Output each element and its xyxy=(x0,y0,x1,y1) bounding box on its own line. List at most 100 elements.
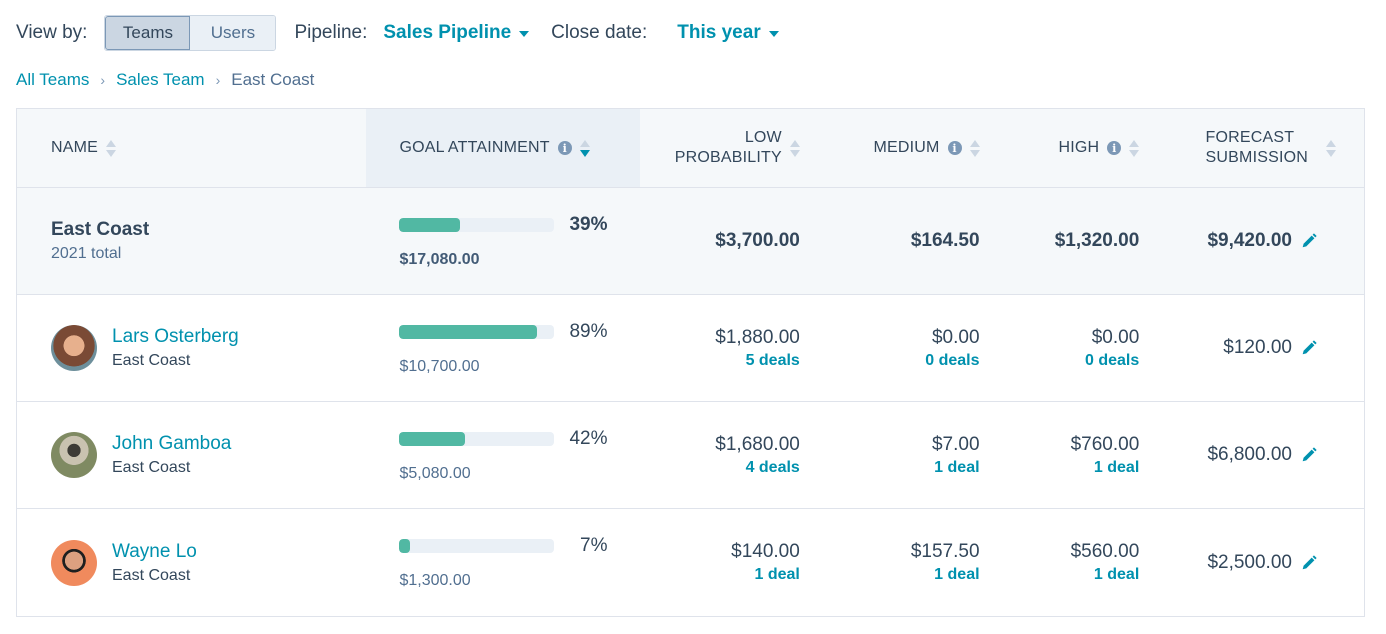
sort-icon[interactable] xyxy=(106,139,117,157)
forecast-cell: $6,800.00 xyxy=(1139,402,1364,508)
goal-progress-bar xyxy=(399,539,555,553)
high-deals-link[interactable]: 0 deals xyxy=(1085,352,1139,370)
low-amount: $140.00 xyxy=(731,541,800,562)
high-cell: $560.00 1 deal xyxy=(980,509,1140,616)
low-cell: $1,680.00 4 deals xyxy=(640,402,800,508)
low-amount: $3,700.00 xyxy=(715,230,800,251)
edit-pencil-icon[interactable] xyxy=(1300,554,1318,572)
summary-forecast-cell: $9,420.00 xyxy=(1139,188,1364,294)
person-team: East Coast xyxy=(112,352,191,369)
pipeline-label: Pipeline: xyxy=(294,22,368,43)
forecast-cell: $2,500.00 xyxy=(1139,509,1364,616)
breadcrumb-sales-team[interactable]: Sales Team xyxy=(116,70,205,90)
column-header-low-probability[interactable]: LOW PROBABILITY xyxy=(640,109,800,187)
breadcrumb-current: East Coast xyxy=(231,70,315,89)
edit-pencil-icon[interactable] xyxy=(1300,232,1318,250)
sort-icon[interactable] xyxy=(1326,139,1337,157)
filter-bar: View by: Teams Users Pipeline: Sales Pip… xyxy=(16,15,779,51)
goal-progress-bar xyxy=(399,217,555,232)
summary-goal-cell: 39% $17,080.00 xyxy=(365,188,640,294)
column-header-goal-attainment[interactable]: GOAL ATTAINMENT i xyxy=(365,109,641,187)
medium-cell: $157.50 1 deal xyxy=(800,509,980,616)
column-low-label: LOW PROBABILITY xyxy=(675,128,782,168)
info-icon[interactable]: i xyxy=(947,141,962,155)
person-name-link[interactable]: Lars Osterberg xyxy=(112,326,239,348)
edit-pencil-icon[interactable] xyxy=(1300,339,1318,357)
goal-progress-fill xyxy=(399,324,538,339)
view-users-button[interactable]: Users xyxy=(190,16,276,50)
summary-medium-cell: $164.50 xyxy=(800,188,980,294)
column-high-label: HIGH xyxy=(1058,139,1100,156)
column-header-high[interactable]: HIGH i xyxy=(980,109,1140,187)
goal-percent: 42% xyxy=(569,427,608,449)
high-cell: $0.00 0 deals xyxy=(980,295,1140,401)
breadcrumb: All Teams › Sales Team › East Coast xyxy=(16,70,314,90)
person-name-link[interactable]: Wayne Lo xyxy=(112,541,197,563)
team-name: East Coast xyxy=(51,219,150,240)
sort-icon[interactable] xyxy=(789,139,800,157)
sort-icon[interactable] xyxy=(969,139,980,157)
goal-progress-bar xyxy=(399,431,555,446)
summary-row: East Coast 2021 total 39% $17,080.00 $3,… xyxy=(17,188,1364,295)
goal-cell: 7% $1,300.00 xyxy=(365,509,640,616)
medium-deals-link[interactable]: 1 deal xyxy=(934,459,979,477)
high-deals-link[interactable]: 1 deal xyxy=(1094,566,1139,584)
breadcrumb-all-teams[interactable]: All Teams xyxy=(16,70,89,90)
avatar xyxy=(51,432,97,478)
medium-cell: $7.00 1 deal xyxy=(800,402,980,508)
name-cell: Lars Osterberg East Coast xyxy=(17,295,365,401)
info-icon[interactable]: i xyxy=(557,141,572,155)
close-date-dropdown[interactable]: This year xyxy=(677,22,779,44)
medium-amount: $7.00 xyxy=(931,433,980,455)
table-row: John Gamboa East Coast 42% $5,080.00 $1,… xyxy=(17,402,1364,509)
high-amount: $760.00 xyxy=(1070,433,1140,455)
high-amount: $1,320.00 xyxy=(1054,230,1140,251)
table-row: Lars Osterberg East Coast 89% $10,700.00… xyxy=(17,295,1364,402)
column-header-name[interactable]: NAME xyxy=(17,109,366,187)
goal-amount: $17,080.00 xyxy=(399,250,480,268)
goal-cell: 89% $10,700.00 xyxy=(365,295,640,401)
summary-name-cell: East Coast 2021 total xyxy=(17,188,365,294)
medium-deals-link[interactable]: 1 deal xyxy=(934,566,979,584)
person-name-link[interactable]: John Gamboa xyxy=(112,433,231,455)
forecast-amount: $2,500.00 xyxy=(1207,551,1292,573)
medium-cell: $0.00 0 deals xyxy=(800,295,979,401)
goal-cell: 42% $5,080.00 xyxy=(365,402,640,508)
low-deals-link[interactable]: 4 deals xyxy=(746,459,800,477)
low-deals-link[interactable]: 1 deal xyxy=(754,566,799,584)
sort-descending-icon[interactable] xyxy=(579,139,590,157)
low-cell: $140.00 1 deal xyxy=(640,509,800,616)
close-date-value: This year xyxy=(677,22,761,43)
column-header-medium[interactable]: MEDIUM i xyxy=(800,109,980,187)
team-total-label: 2021 total xyxy=(51,245,122,262)
forecast-amount: $120.00 xyxy=(1223,337,1292,358)
pipeline-dropdown[interactable]: Sales Pipeline xyxy=(383,22,530,44)
pipeline-value: Sales Pipeline xyxy=(383,22,512,43)
info-icon[interactable]: i xyxy=(1107,141,1122,155)
high-amount: $0.00 xyxy=(1091,326,1140,348)
view-teams-button[interactable]: Teams xyxy=(105,16,191,50)
goal-amount: $1,300.00 xyxy=(399,572,471,589)
goal-percent: 7% xyxy=(580,535,608,556)
chevron-right-icon: › xyxy=(100,72,106,88)
sort-icon[interactable] xyxy=(1129,139,1140,157)
avatar xyxy=(51,325,97,371)
caret-down-icon xyxy=(768,31,779,37)
edit-pencil-icon[interactable] xyxy=(1300,446,1318,464)
table-header: NAME GOAL ATTAINMENT i LOW PROBABILITY M… xyxy=(17,109,1364,188)
goal-percent: 39% xyxy=(569,213,608,235)
avatar xyxy=(51,539,97,586)
column-header-forecast-submission[interactable]: FORECAST SUBMISSION xyxy=(1139,109,1364,187)
low-amount: $1,680.00 xyxy=(715,433,800,455)
medium-amount: $157.50 xyxy=(910,541,980,562)
column-forecast-line1: FORECAST xyxy=(1205,129,1295,146)
column-goal-label: GOAL ATTAINMENT xyxy=(399,139,550,156)
goal-amount: $10,700.00 xyxy=(399,357,480,375)
medium-amount: $164.50 xyxy=(910,230,980,251)
low-deals-link[interactable]: 5 deals xyxy=(746,352,800,370)
name-cell: Wayne Lo East Coast xyxy=(17,509,365,616)
column-name-label: NAME xyxy=(51,139,99,156)
medium-deals-link[interactable]: 0 deals xyxy=(925,352,979,370)
high-deals-link[interactable]: 1 deal xyxy=(1094,459,1139,477)
view-by-toggle: Teams Users xyxy=(104,15,277,51)
